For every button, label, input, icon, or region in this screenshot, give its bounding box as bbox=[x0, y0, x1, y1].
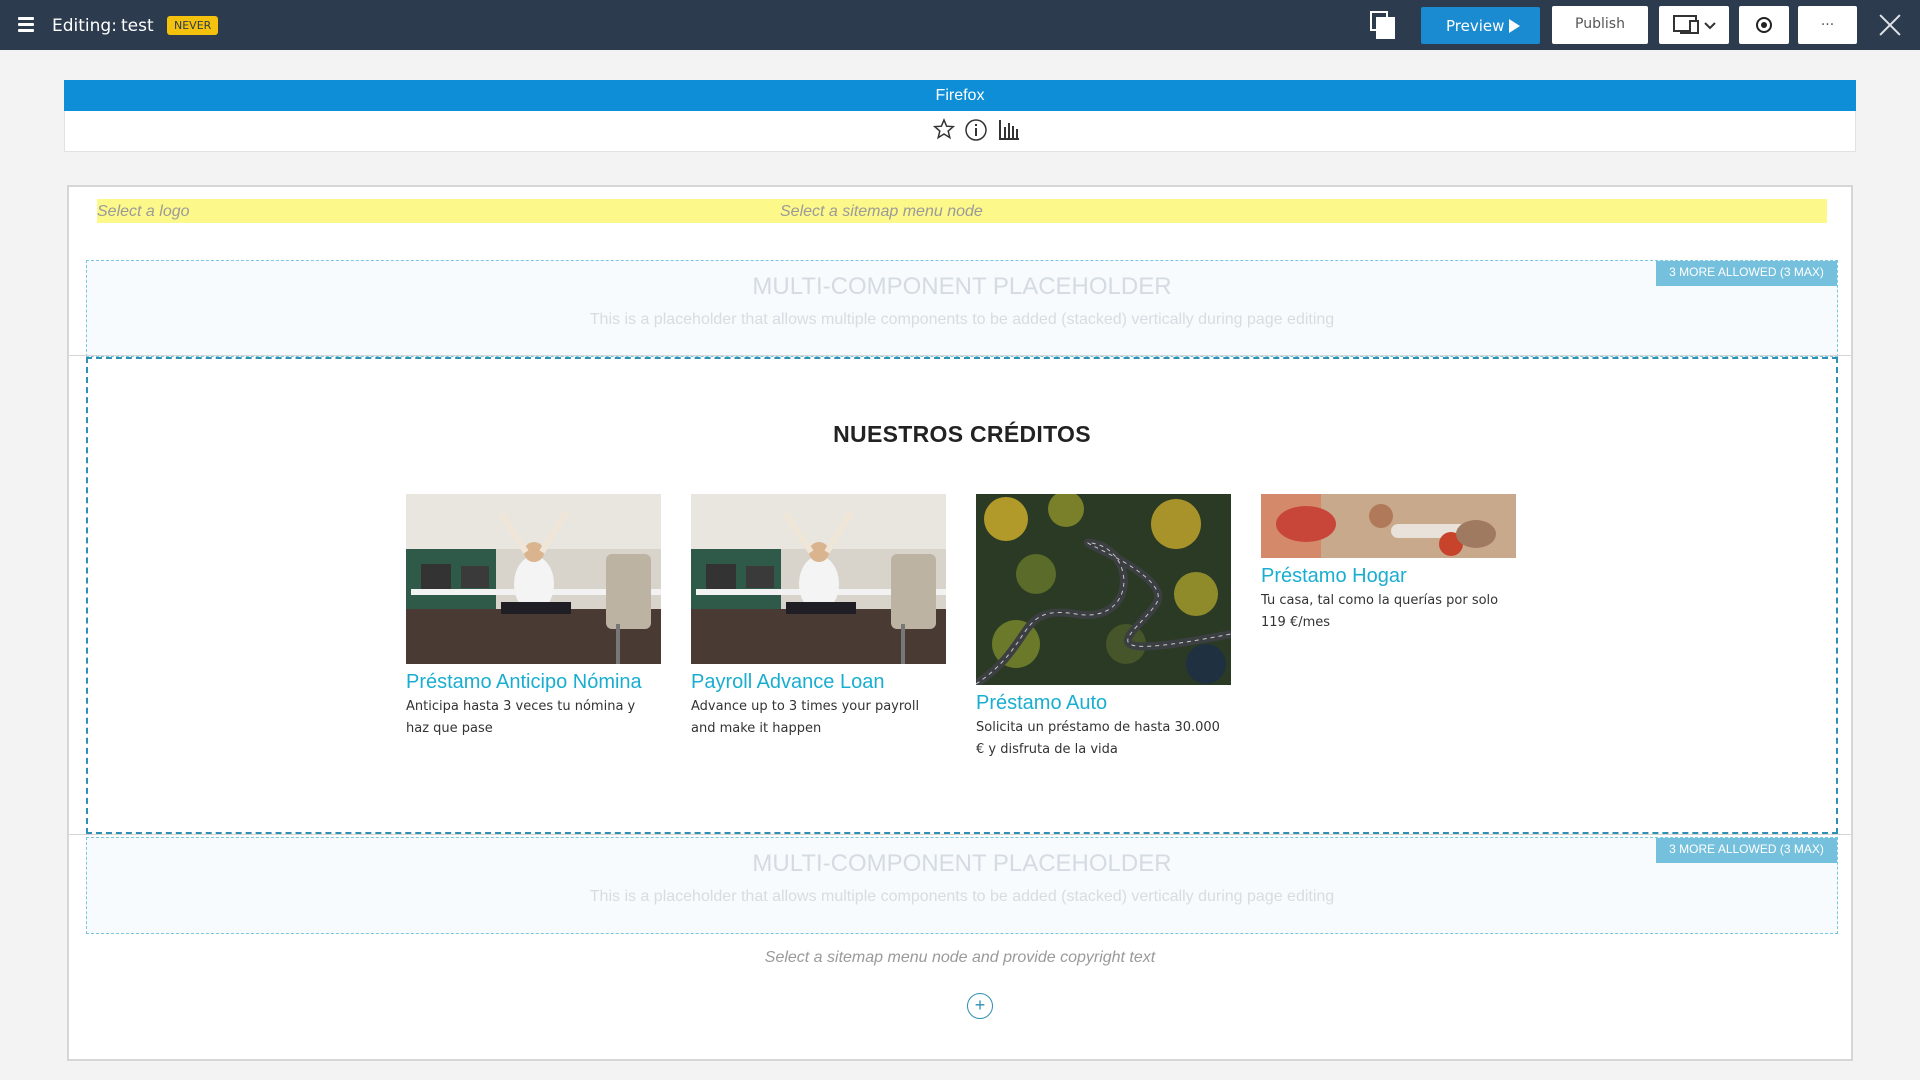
publish-status-badge: NEVER bbox=[167, 16, 219, 35]
sitemap-menu-placeholder[interactable]: Select a sitemap menu node bbox=[780, 203, 983, 221]
target-icon bbox=[1756, 17, 1772, 33]
winding-road-forest-image bbox=[976, 494, 1231, 690]
page-canvas: Select a logo Select a sitemap menu node… bbox=[67, 185, 1853, 1061]
card-prestamo-auto[interactable]: Préstamo Auto Solicita un préstamo de ha… bbox=[976, 494, 1231, 761]
play-icon bbox=[1509, 19, 1520, 33]
card-description: Tu casa, tal como la querías por solo 11… bbox=[1261, 593, 1499, 630]
top-multi-component-placeholder[interactable]: 3 MORE ALLOWED (3 MAX) MULTI-COMPONENT P… bbox=[86, 260, 1838, 357]
bottom-multi-component-placeholder[interactable]: 3 MORE ALLOWED (3 MAX) MULTI-COMPONENT P… bbox=[86, 837, 1838, 934]
bar-chart-icon[interactable] bbox=[997, 118, 1023, 144]
header-placeholder[interactable]: Select a logo Select a sitemap menu node bbox=[97, 199, 1827, 223]
preview-button-label: Preview bbox=[1446, 17, 1505, 35]
close-icon[interactable] bbox=[1878, 13, 1902, 37]
preview-button[interactable]: Preview bbox=[1421, 7, 1540, 44]
copy-icon[interactable] bbox=[1370, 11, 1398, 39]
footer-placeholder[interactable]: Select a sitemap menu node and provide c… bbox=[69, 949, 1851, 967]
device-selector-button[interactable] bbox=[1659, 6, 1729, 44]
placeholder-description: This is a placeholder that allows multip… bbox=[589, 311, 1335, 328]
card-payroll-advance-loan[interactable]: Payroll Advance Loan Advance up to 3 tim… bbox=[691, 494, 946, 740]
card-prestamo-hogar[interactable]: Préstamo Hogar Tu casa, tal como la quer… bbox=[1261, 494, 1516, 634]
placeholder-description: This is a placeholder that allows multip… bbox=[589, 888, 1335, 905]
placeholder-title: MULTI-COMPONENT PLACEHOLDER bbox=[752, 850, 1172, 877]
device-preview-icon bbox=[1673, 15, 1716, 34]
more-options-button[interactable]: ... bbox=[1798, 6, 1857, 44]
add-component-button[interactable]: + bbox=[967, 993, 993, 1019]
star-icon[interactable] bbox=[932, 118, 959, 144]
section-title: NUESTROS CRÉDITOS bbox=[833, 421, 1091, 447]
browser-tools bbox=[64, 111, 1856, 152]
office-worker-stretching-image bbox=[691, 494, 946, 669]
office-worker-stretching-image bbox=[406, 494, 661, 669]
card-description: Solicita un préstamo de hasta 30.000 € y… bbox=[976, 720, 1220, 757]
card-title[interactable]: Préstamo Anticipo Nómina bbox=[406, 671, 661, 694]
credits-section[interactable]: NUESTROS CRÉDITOS Préstamo Anticipo Nómi… bbox=[86, 357, 1838, 1019]
logo-placeholder[interactable]: Select a logo bbox=[97, 203, 190, 221]
section-divider bbox=[69, 355, 1851, 356]
section-divider bbox=[69, 834, 1851, 835]
publish-button[interactable]: Publish bbox=[1552, 6, 1648, 44]
placeholder-title: MULTI-COMPONENT PLACEHOLDER bbox=[752, 273, 1172, 300]
hamburger-menu-icon[interactable] bbox=[18, 17, 34, 33]
editing-label: Editing: bbox=[52, 16, 117, 36]
couple-painting-home-image bbox=[1261, 494, 1516, 563]
card-title[interactable]: Préstamo Auto bbox=[976, 692, 1231, 715]
card-description: Anticipa hasta 3 veces tu nómina y haz q… bbox=[406, 699, 636, 736]
info-icon[interactable] bbox=[964, 118, 990, 144]
page-name: test bbox=[121, 16, 154, 36]
card-prestamo-anticipo-nomina[interactable]: Préstamo Anticipo Nómina Anticipa hasta … bbox=[406, 494, 661, 740]
browser-name-bar: Firefox bbox=[64, 80, 1856, 111]
target-button[interactable] bbox=[1739, 6, 1789, 44]
card-title[interactable]: Préstamo Hogar bbox=[1261, 565, 1516, 588]
card-description: Advance up to 3 times your payroll and m… bbox=[691, 699, 920, 736]
editor-toolbar: Editing: test NEVER Preview Publish ... bbox=[0, 0, 1920, 50]
card-title[interactable]: Payroll Advance Loan bbox=[691, 671, 946, 694]
